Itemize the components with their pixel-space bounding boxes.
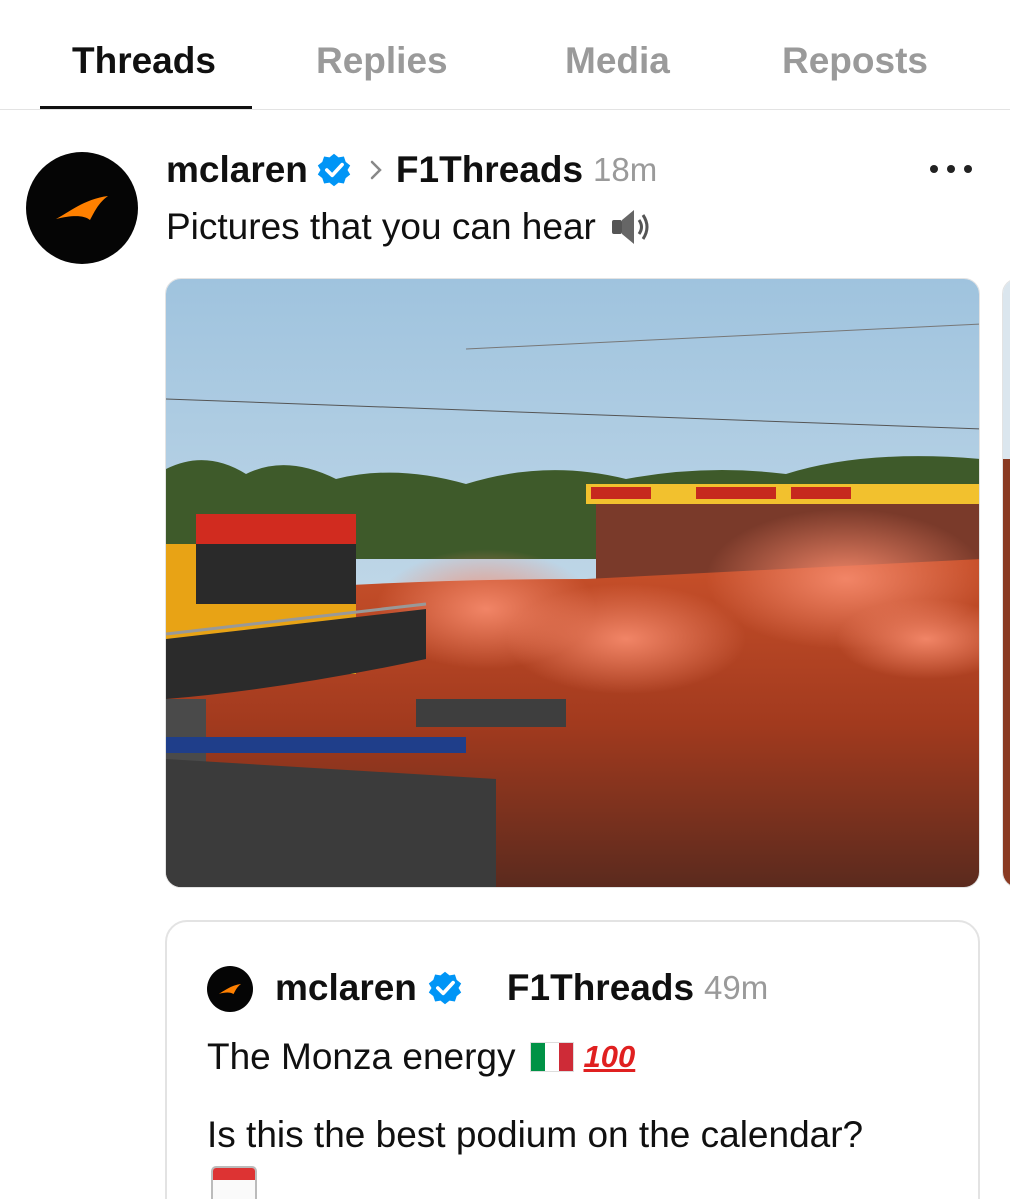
tab-replies[interactable]: Replies (316, 40, 448, 82)
calendar-icon (211, 1166, 257, 1199)
post-text: Pictures that you can hear (166, 206, 596, 247)
post-body: Pictures that you can hear (166, 205, 656, 249)
more-options-icon[interactable] (930, 154, 972, 184)
mclaren-logo-icon (218, 983, 242, 995)
quoted-post-header: mclaren F1Threads 49m (275, 964, 768, 1012)
mclaren-logo-icon (56, 196, 108, 220)
tab-media[interactable]: Media (565, 40, 670, 82)
quoted-question-text: Is this the best podium on the calendar? (207, 1114, 864, 1155)
hundred-points-icon: 100 (583, 1039, 636, 1074)
profile-tabs: Threads Replies Media Reposts (0, 0, 1010, 110)
quoted-thread-name[interactable]: F1Threads (507, 967, 694, 1009)
quoted-text: The Monza energy (207, 1036, 516, 1077)
tab-reposts[interactable]: Reposts (782, 40, 928, 82)
quoted-text-line: The Monza energy 100 (207, 1036, 635, 1078)
next-image-preview[interactable] (1002, 278, 1010, 888)
author-username[interactable]: mclaren (166, 149, 308, 191)
podium-crowd-photo (166, 279, 979, 887)
tab-threads[interactable]: Threads (72, 40, 216, 82)
quoted-author-username[interactable]: mclaren (275, 967, 417, 1009)
post-image[interactable] (165, 278, 980, 888)
speaker-icon (611, 210, 649, 244)
author-avatar[interactable] (26, 152, 138, 264)
quoted-post-card[interactable]: mclaren F1Threads 49m The Monza energy 1… (165, 920, 980, 1199)
verified-badge-icon (317, 153, 351, 187)
post-header: mclaren F1Threads 18m (166, 146, 657, 194)
next-image-thumbnail (1003, 279, 1010, 887)
quoted-author-avatar[interactable] (207, 966, 253, 1012)
active-tab-indicator (40, 106, 252, 109)
post-timestamp: 18m (593, 151, 658, 188)
quoted-timestamp: 49m (704, 969, 769, 1006)
reply-to-thread-link[interactable]: F1Threads (396, 149, 583, 191)
chevron-right-icon (370, 160, 382, 180)
verified-badge-icon (428, 971, 462, 1005)
italy-flag-icon (529, 1042, 574, 1072)
